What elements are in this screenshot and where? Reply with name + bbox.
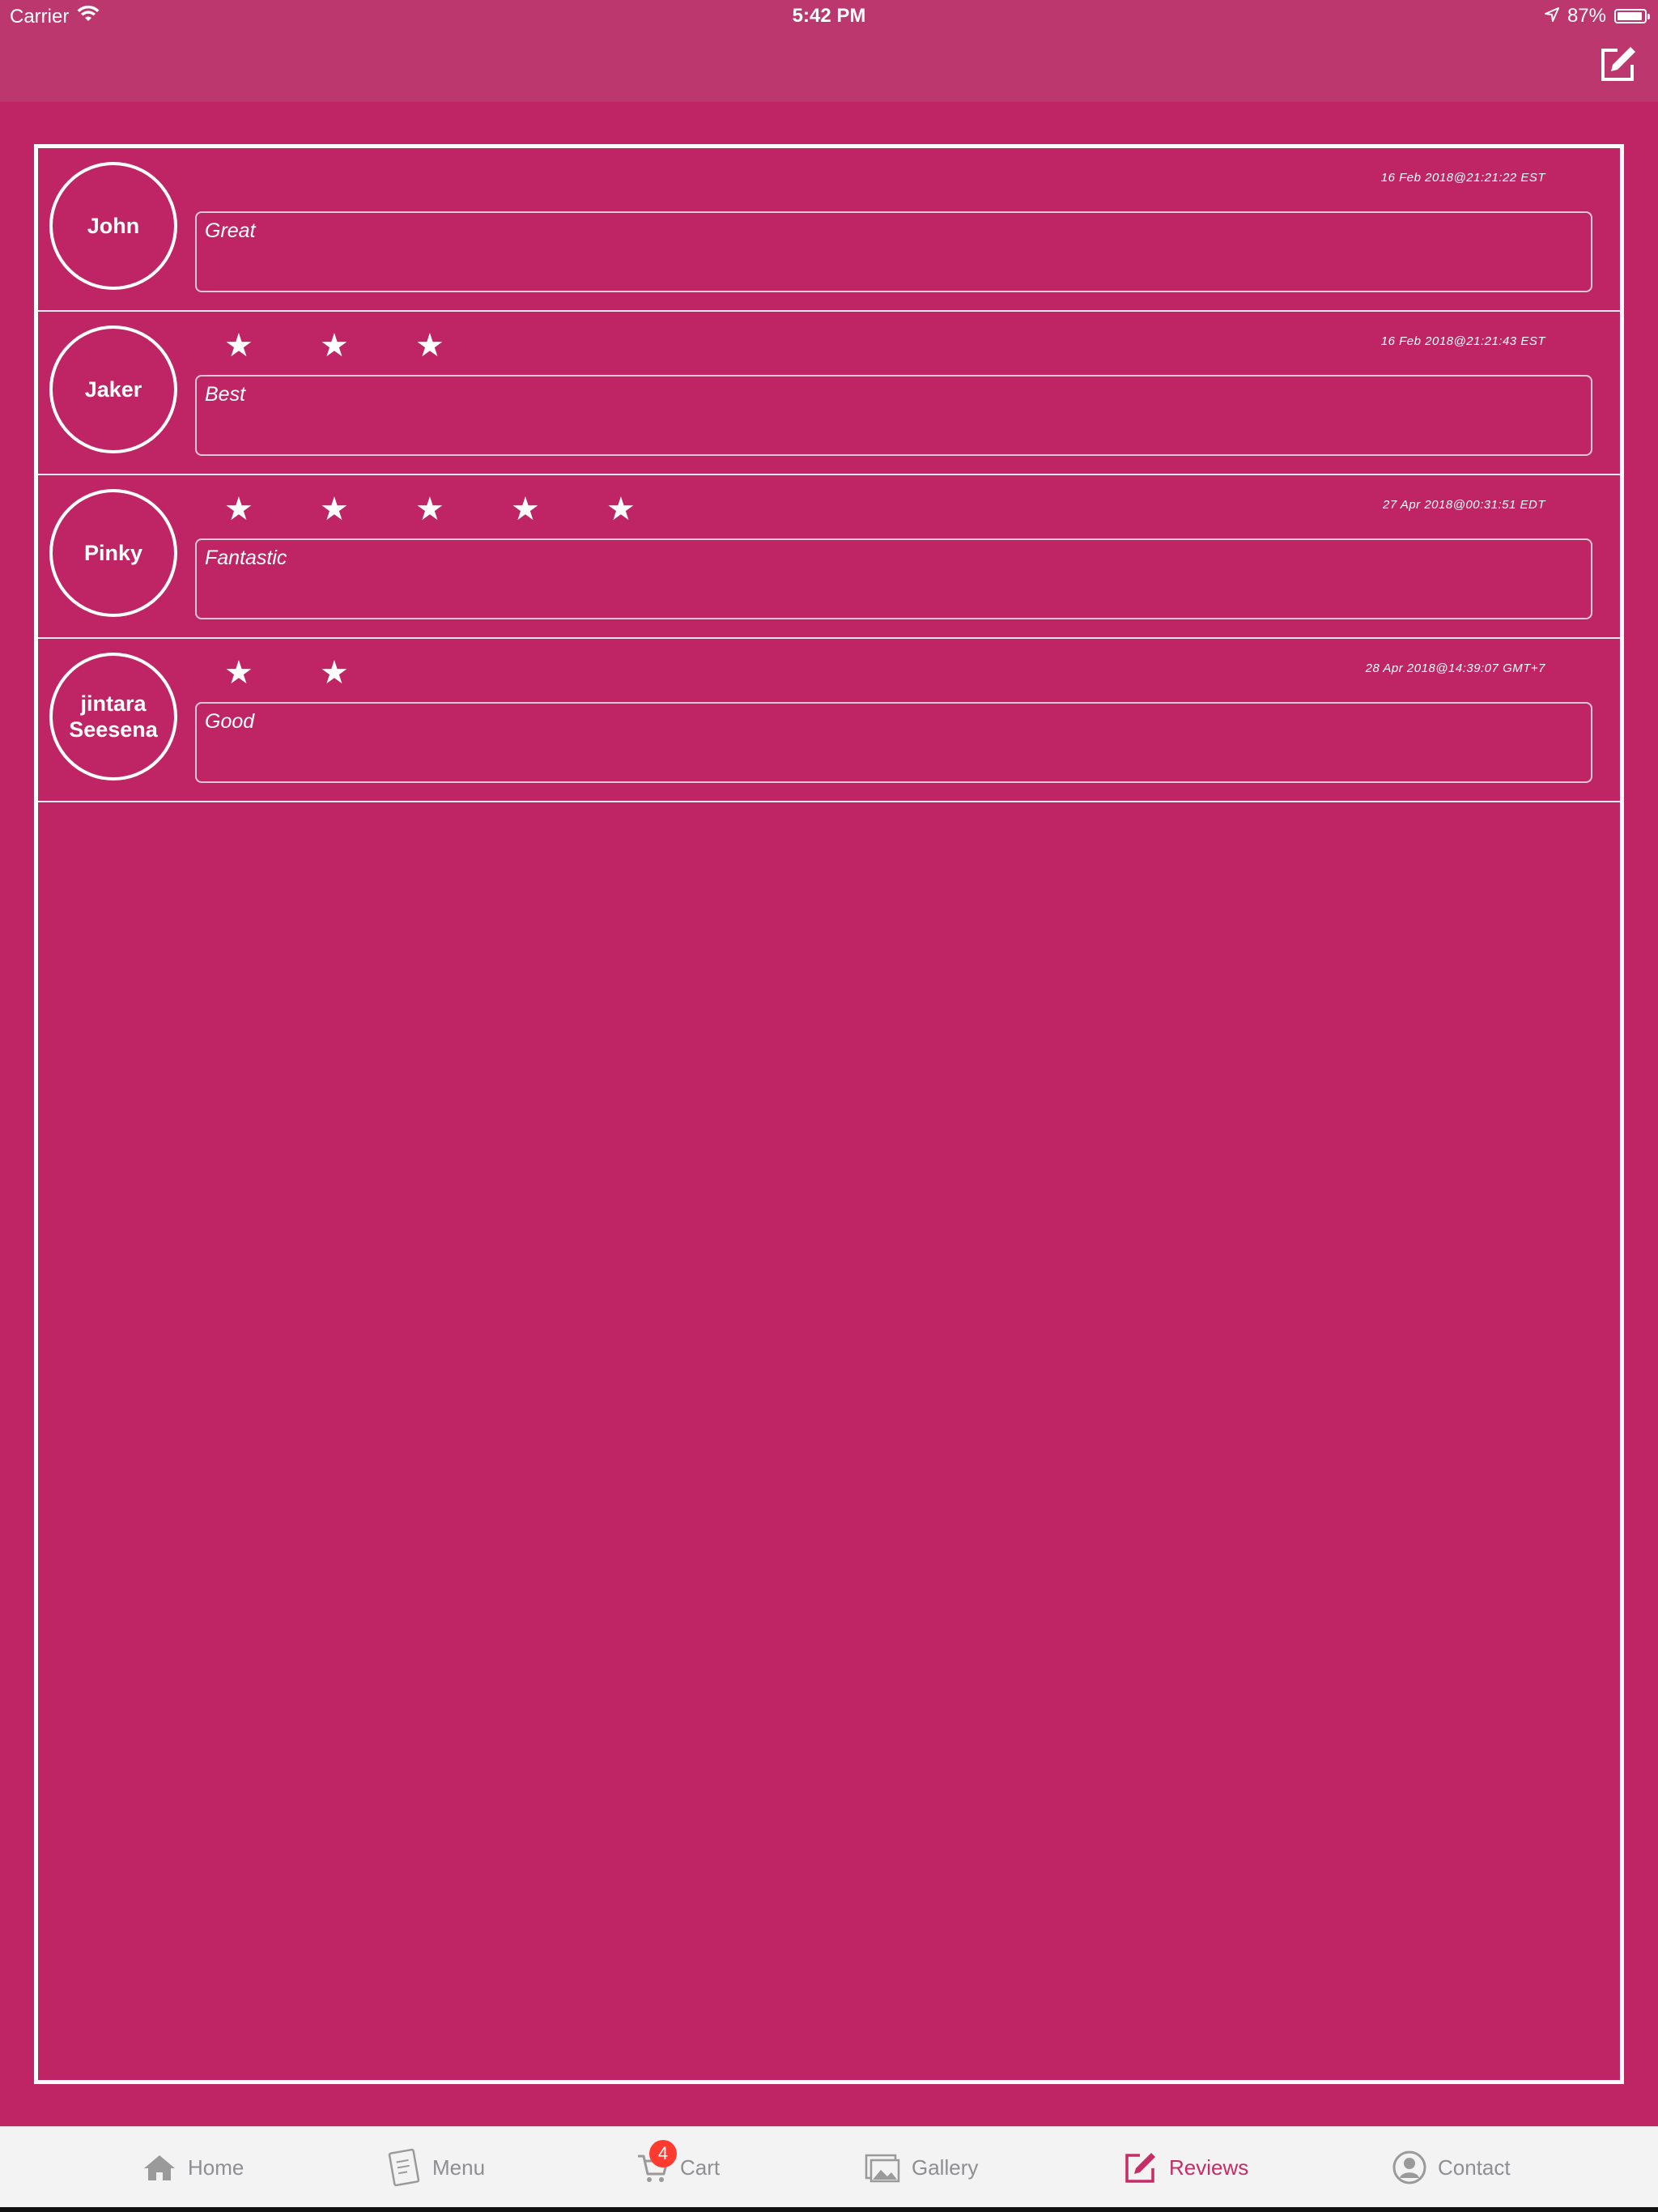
compose-icon: [1601, 47, 1635, 81]
cart-badge: 4: [649, 2140, 677, 2167]
star-rating: ★ ★ ★ ★ ★: [224, 491, 702, 527]
tab-gallery[interactable]: Gallery: [865, 2127, 978, 2208]
reviewer-name: Pinky: [83, 541, 143, 565]
location-arrow-icon: [1544, 5, 1559, 28]
reviewer-name: jintara Seesena: [69, 691, 158, 742]
star-icon: ★: [224, 328, 253, 364]
review-row: Jaker ★ ★ ★ 16 Feb 2018@21:21:43 EST Bes…: [38, 312, 1620, 475]
tab-contact[interactable]: Contact: [1392, 2127, 1511, 2208]
contact-person-icon: [1392, 2150, 1426, 2184]
reviewer-name: Jaker: [84, 377, 142, 402]
star-icon: ★: [415, 491, 444, 527]
tab-menu-label: Menu: [432, 2155, 486, 2180]
star-icon: ★: [320, 491, 349, 527]
tab-cart-label: Cart: [680, 2155, 721, 2180]
avatar: John: [49, 162, 177, 290]
tab-contact-label: Contact: [1438, 2155, 1511, 2180]
menu-book-icon: [388, 2148, 420, 2187]
tab-menu[interactable]: Menu: [387, 2127, 485, 2208]
status-right: 87%: [1544, 5, 1650, 28]
tab-home-label: Home: [188, 2155, 244, 2180]
avatar: Pinky: [49, 489, 177, 617]
gallery-icon: [865, 2154, 900, 2183]
tab-home[interactable]: Home: [142, 2127, 244, 2208]
cart-icon-wrap: 4: [636, 2140, 677, 2184]
avatar: Jaker: [49, 325, 177, 453]
review-timestamp: 28 Apr 2018@14:39:07 GMT+7: [1365, 661, 1545, 675]
navigation-bar: Carrier 5:42 PM 87%: [0, 0, 1658, 102]
tab-cart[interactable]: 4 Cart: [636, 2127, 720, 2208]
tab-reviews-label: Reviews: [1169, 2155, 1249, 2180]
avatar: jintara Seesena: [49, 653, 177, 781]
review-timestamp: 16 Feb 2018@21:21:43 EST: [1380, 334, 1545, 348]
tab-gallery-label: Gallery: [912, 2155, 979, 2180]
star-icon: ★: [320, 328, 349, 364]
reviews-compose-icon: [1125, 2153, 1155, 2183]
star-icon: ★: [224, 491, 253, 527]
reviewer-name: John: [87, 214, 140, 238]
battery-icon: [1614, 9, 1650, 23]
review-comment: Best: [195, 375, 1592, 456]
battery-percent: 87%: [1567, 5, 1606, 27]
home-indicator-strip: [0, 2207, 1658, 2212]
review-comment: Fantastic: [195, 538, 1592, 619]
star-icon: ★: [415, 328, 444, 364]
star-icon: ★: [320, 655, 349, 691]
star-rating: ★ ★: [224, 655, 415, 691]
star-icon: ★: [511, 491, 540, 527]
tab-bar: Home Menu 4 Cart Gallery Reviews Contact: [0, 2126, 1658, 2209]
review-row: John 16 Feb 2018@21:21:22 EST Great: [38, 148, 1620, 312]
home-icon: [144, 2155, 175, 2180]
star-rating: ★ ★ ★: [224, 328, 511, 364]
tab-reviews[interactable]: Reviews: [1124, 2127, 1248, 2208]
review-comment: Great: [195, 211, 1592, 292]
review-timestamp: 27 Apr 2018@00:31:51 EDT: [1383, 498, 1545, 512]
compose-review-button[interactable]: [1598, 44, 1639, 84]
clock: 5:42 PM: [792, 5, 866, 27]
review-row: Pinky ★ ★ ★ ★ ★ 27 Apr 2018@00:31:51 EDT…: [38, 475, 1620, 639]
review-comment: Good: [195, 702, 1592, 783]
review-row: jintara Seesena ★ ★ 28 Apr 2018@14:39:07…: [38, 639, 1620, 802]
reviews-list: John 16 Feb 2018@21:21:22 EST Great Jake…: [34, 144, 1624, 2084]
star-icon: ★: [606, 491, 636, 527]
star-icon: ★: [224, 655, 253, 691]
review-timestamp: 16 Feb 2018@21:21:22 EST: [1380, 171, 1545, 185]
status-bar: Carrier 5:42 PM 87%: [0, 0, 1658, 32]
